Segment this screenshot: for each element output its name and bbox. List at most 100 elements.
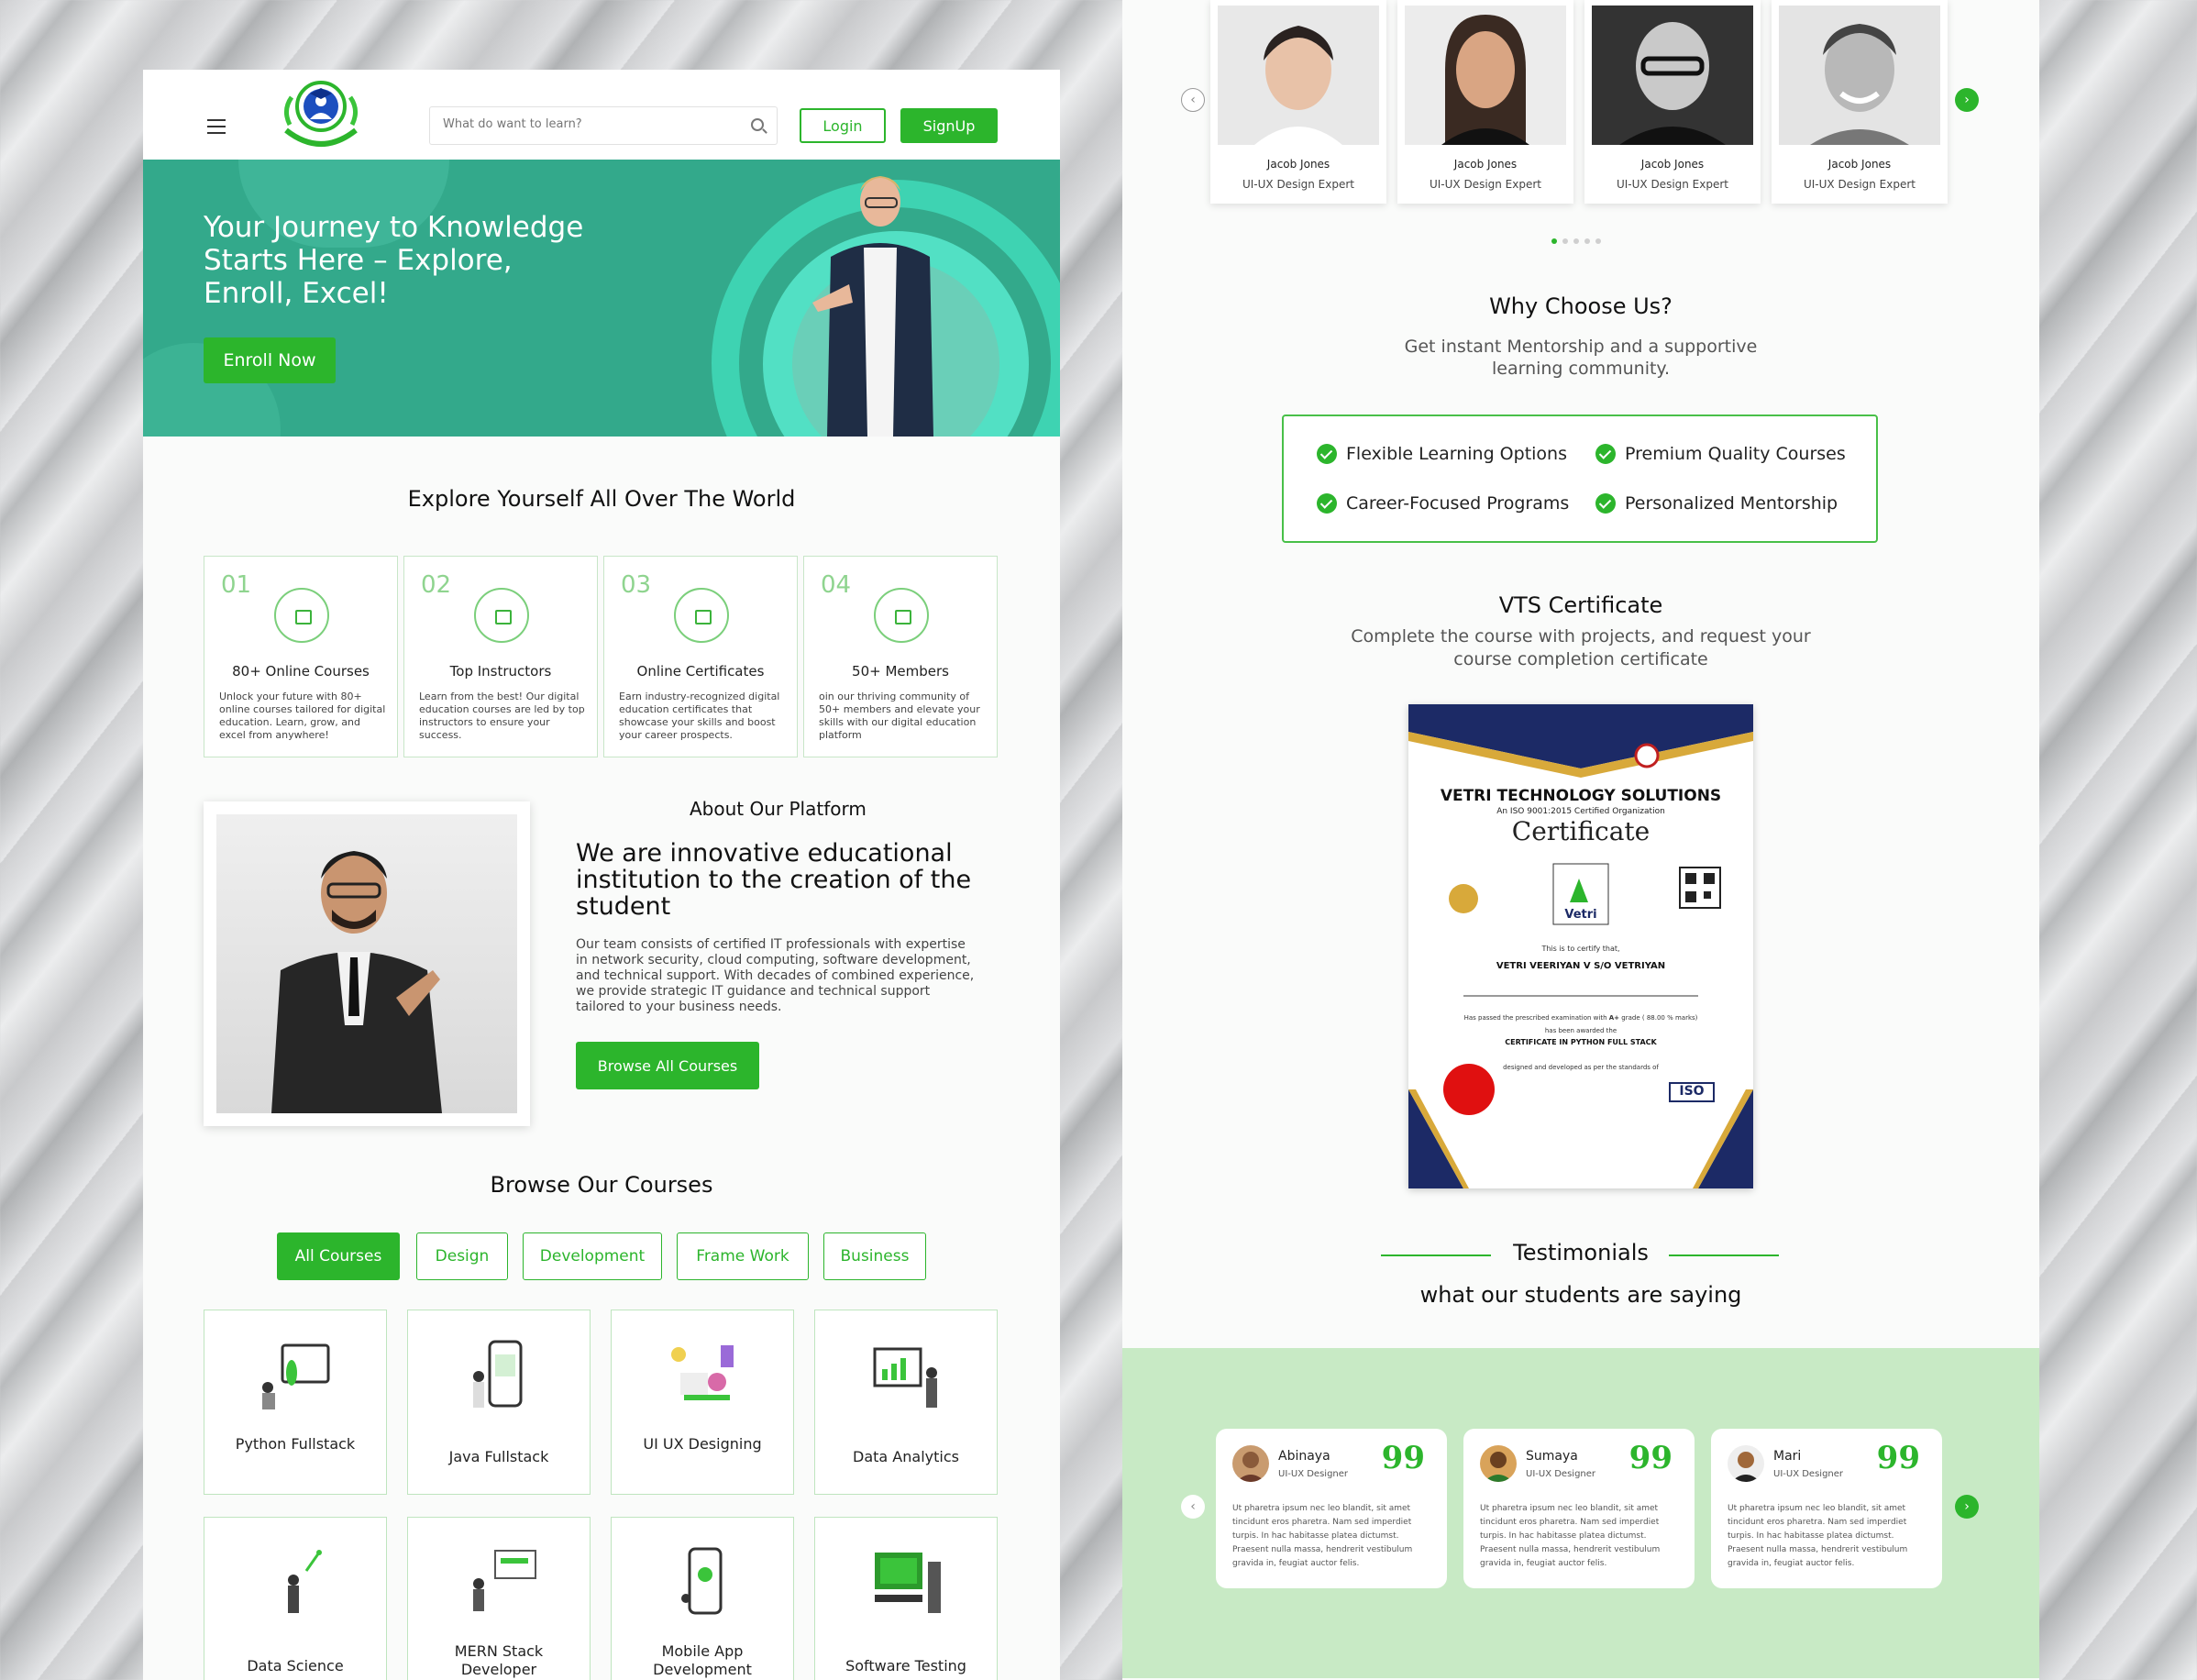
feature-number: 02 [421,571,452,599]
filter-development[interactable]: Development [523,1232,662,1280]
why-title: Why Choose Us? [1489,293,1673,319]
feature-card: 01 80+ Online Courses Unlock your future… [204,556,398,757]
feature-card: 04 50+ Members oin our thriving communit… [803,556,998,757]
search-input[interactable] [443,117,736,131]
instructor-card[interactable]: Jacob Jones UI-UX Design Expert [1397,0,1573,204]
about-heading: We are innovative educational institutio… [576,839,972,921]
courses-title: Browse Our Courses [490,1172,713,1198]
filter-frame-work[interactable]: Frame Work [677,1232,809,1280]
course-card[interactable]: Java Fullstack [407,1310,591,1495]
course-illustration [681,1547,723,1615]
avatar [1480,1445,1517,1482]
testimonial-name: Mari [1773,1449,1802,1464]
why-subtitle: Get instant Mentorship and a supportive … [1404,337,1758,379]
instructor-card[interactable]: Jacob Jones UI-UX Design Expert [1210,0,1386,204]
feature-number: 03 [621,571,652,599]
instructor-card[interactable]: Jacob Jones UI-UX Design Expert [1584,0,1761,204]
chevron-left-icon[interactable]: ‹ [1181,88,1205,112]
feature-card: 03 Online Certificates Earn industry-rec… [603,556,798,757]
browse-all-courses-button[interactable]: Browse All Courses [576,1042,759,1089]
certificate-course: CERTIFICATE IN PYTHON FULL STACK [1505,1038,1657,1046]
search-icon[interactable] [751,118,764,131]
course-title: Mobile App Development [653,1642,752,1678]
login-button[interactable]: Login [800,108,886,143]
certificate-student-name: VETRI VEERIYAN V S/O VETRIYAN [1496,961,1666,971]
testimonial-text: Ut pharetra ipsum nec leo blandit, sit a… [1728,1504,1908,1568]
course-illustration [288,1550,322,1613]
feature-title: Online Certificates [636,663,765,680]
testimonial-card: Mari UI-UX Designer 99 Ut pharetra ipsum… [1711,1429,1942,1588]
course-title: Java Fullstack [448,1448,549,1465]
feature-title: 80+ Online Courses [232,663,370,680]
avatar [1232,1445,1269,1482]
course-title: Data Analytics [853,1448,959,1465]
why-item: Flexible Learning Options [1317,444,1567,464]
search-bar[interactable] [429,106,778,145]
instructor-photo [1779,6,1940,145]
filter-design[interactable]: Design [416,1232,508,1280]
course-card[interactable]: Software Testing [814,1517,998,1680]
quote-icon: 99 [1628,1440,1673,1476]
course-card[interactable]: Data Analytics [814,1310,998,1495]
feature-title: Top Instructors [449,663,552,680]
certificate-icon [874,588,929,643]
check-circle-icon [1595,493,1616,514]
course-card[interactable]: MERN Stack Developer [407,1517,591,1680]
certificate-title: VTS Certificate [1498,592,1663,618]
testimonial-text: Ut pharetra ipsum nec leo blandit, sit a… [1480,1504,1661,1568]
testimonial-name: Sumaya [1526,1449,1578,1464]
about-text: Our team consists of certified IT profes… [576,937,975,1014]
home-page-left: Login SignUp Your Journey to Knowledge S… [143,70,1060,1680]
site-logo[interactable] [277,73,365,152]
course-title: UI UX Designing [643,1435,762,1453]
feature-text: Earn industry-recognized digital educati… [619,691,780,741]
certificate-brand: Vetri [1564,908,1597,922]
course-card[interactable]: Mobile App Development [611,1517,794,1680]
testimonial-text: Ut pharetra ipsum nec leo blandit, sit a… [1232,1504,1413,1568]
instructor-photo [1592,6,1753,145]
feature-text: Learn from the best! Our digital educati… [419,691,585,741]
course-title: MERN Stack Developer [454,1642,544,1678]
course-illustration [262,1343,330,1409]
certificate-marks: grade ( 88.00 % marks) [1621,1014,1698,1022]
menu-icon[interactable] [207,119,226,134]
feature-card: 02 Top Instructors Learn from the best! … [403,556,598,757]
certificate-grade: A+ [1608,1014,1620,1022]
instructor-name: Jacob Jones [1453,158,1518,171]
chevron-left-icon[interactable]: ‹ [1181,1495,1205,1519]
course-card[interactable]: Data Science [204,1517,387,1680]
certificate-designed-text: designed and developed as per the standa… [1503,1064,1659,1071]
chevron-right-icon[interactable]: › [1955,1495,1979,1519]
feature-number: 01 [221,571,252,599]
certificate-result-prefix: Has passed the prescribed examination wi… [1463,1014,1607,1022]
businessman-illustration [271,851,442,1113]
check-circle-icon [1595,444,1616,464]
certificate-awarded-text: has been awarded the [1544,1027,1617,1034]
home-page-right: ‹ › Jacob Jones UI-UX Design Expert Jaco… [1122,0,2039,1680]
course-card[interactable]: Python Fullstack [204,1310,387,1495]
course-card[interactable]: UI UX Designing [611,1310,794,1495]
certificate-image[interactable]: VETRI TECHNOLOGY SOLUTIONS An ISO 9001:2… [1408,704,1753,1188]
instructor-card[interactable]: Jacob Jones UI-UX Design Expert [1772,0,1948,204]
course-illustration [873,1347,937,1408]
certificate-certify-text: This is to certify that, [1541,945,1620,953]
carousel-dots[interactable] [1551,238,1601,244]
site-header: Login SignUp [143,70,1060,160]
instructor-name: Jacob Jones [1827,158,1892,171]
instructor-name: Jacob Jones [1640,158,1705,171]
filter-business[interactable]: Business [823,1232,926,1280]
testimonials-title: Testimonials [1513,1240,1649,1266]
feature-title: 50+ Members [852,663,949,680]
course-illustration [473,1340,523,1408]
quote-icon: 99 [1381,1440,1425,1476]
why-item: Premium Quality Courses [1595,444,1846,464]
filter-all-courses[interactable]: All Courses [277,1232,400,1280]
signup-button[interactable]: SignUp [900,108,998,143]
instructor-name: Jacob Jones [1266,158,1330,171]
enroll-now-button[interactable]: Enroll Now [204,337,336,383]
chevron-right-icon[interactable]: › [1955,88,1979,112]
why-item-label: Personalized Mentorship [1625,493,1838,514]
why-item: Career-Focused Programs [1317,493,1569,514]
certificate-heading: Certificate [1511,816,1651,846]
instructor-role: UI-UX Design Expert [1616,178,1729,191]
